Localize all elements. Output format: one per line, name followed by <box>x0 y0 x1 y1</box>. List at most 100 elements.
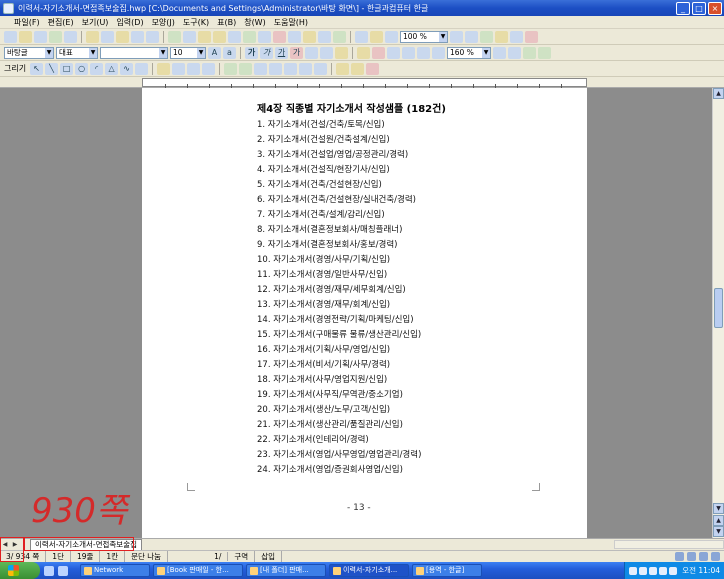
menu-format[interactable]: 모양(J) <box>152 17 175 28</box>
font-size-combo[interactable]: 10 ▼ <box>170 46 206 59</box>
scroll-up-button[interactable]: ▲ <box>713 88 724 99</box>
macro-icon[interactable] <box>351 62 365 75</box>
subscript-icon[interactable] <box>320 46 333 59</box>
arc-icon[interactable]: ◜ <box>90 62 104 75</box>
prev-page-button[interactable]: ▲ <box>713 515 724 526</box>
menu-insert[interactable]: 입력(D) <box>116 17 143 28</box>
line-spacing-combo[interactable]: 160 % ▼ <box>447 46 491 59</box>
spellcheck-icon[interactable] <box>183 30 196 43</box>
align-right-icon[interactable] <box>417 46 430 59</box>
preview-icon[interactable] <box>64 30 77 43</box>
font-shrink-icon[interactable]: a <box>223 46 236 59</box>
font-color-icon[interactable]: 가 <box>290 46 303 59</box>
open-folder-icon[interactable] <box>19 30 32 43</box>
paste-icon[interactable] <box>116 30 129 43</box>
tray-update-icon[interactable] <box>669 566 678 575</box>
horizontal-ruler[interactable] <box>0 77 724 88</box>
memo-icon[interactable] <box>355 30 368 43</box>
hyperlink-icon[interactable] <box>318 30 331 43</box>
select-arrow-icon[interactable]: ↖ <box>30 62 44 75</box>
quicklaunch-ie-icon[interactable] <box>44 565 54 576</box>
bring-front-icon[interactable] <box>254 62 268 75</box>
outdent-icon[interactable] <box>538 46 551 59</box>
keyboard-icon[interactable] <box>687 552 696 561</box>
menu-tools[interactable]: 도구(K) <box>183 17 209 28</box>
superscript-icon[interactable] <box>305 46 318 59</box>
table-icon[interactable] <box>243 30 256 43</box>
italic-icon[interactable]: 가 <box>260 46 273 59</box>
chart-icon[interactable] <box>273 30 286 43</box>
maximize-button[interactable]: □ <box>692 1 706 15</box>
ungroup-icon[interactable] <box>239 62 253 75</box>
ellipse-icon[interactable]: ○ <box>75 62 89 75</box>
settings-icon[interactable] <box>711 552 720 561</box>
save-icon[interactable] <box>34 30 47 43</box>
tray-volume-icon[interactable] <box>639 566 648 575</box>
multi-page-icon[interactable] <box>510 30 523 43</box>
page-view-icon[interactable] <box>385 30 398 43</box>
menu-help[interactable]: 도움말(H) <box>274 17 308 28</box>
taskbar-item-active[interactable]: 이력서-자기소개... <box>329 564 409 577</box>
document-page[interactable]: 제4장 직종별 자기소개서 작성샘플 (182건) 1. 자기소개서(건설/건축… <box>142 88 587 538</box>
font-grow-icon[interactable]: A <box>208 46 221 59</box>
menu-window[interactable]: 창(W) <box>244 17 266 28</box>
fit-page-icon[interactable] <box>480 30 493 43</box>
minimize-button[interactable]: _ <box>676 1 690 15</box>
zoom-combo-main[interactable]: 100 % ▼ <box>400 30 448 43</box>
shadow-icon[interactable] <box>202 62 216 75</box>
underline-icon[interactable]: 가 <box>275 46 288 59</box>
redo-icon[interactable] <box>146 30 159 43</box>
taskbar-item[interactable]: Network <box>80 564 150 577</box>
vertical-scrollbar[interactable]: ▲ ▼ ▲ ▼ <box>712 88 724 538</box>
new-document-icon[interactable] <box>4 30 17 43</box>
align-left-icon[interactable] <box>387 46 400 59</box>
two-page-icon[interactable] <box>495 30 508 43</box>
menu-table[interactable]: 표(B) <box>217 17 236 28</box>
zoom-out-icon[interactable] <box>465 30 478 43</box>
rotate-icon[interactable] <box>299 62 313 75</box>
menu-view[interactable]: 보기(U) <box>82 17 109 28</box>
scroll-thumb[interactable] <box>714 288 723 328</box>
ime-icon[interactable] <box>675 552 684 561</box>
tray-security-icon[interactable] <box>649 566 658 575</box>
taskbar-item[interactable]: [내 폴더] 판매... <box>246 564 326 577</box>
group-icon[interactable] <box>224 62 238 75</box>
fill-color-icon[interactable] <box>157 62 171 75</box>
indent-icon[interactable] <box>523 46 536 59</box>
close-button[interactable]: × <box>708 1 722 15</box>
menu-edit[interactable]: 편집(E) <box>48 17 74 28</box>
taskbar-item[interactable]: [Book 판매일 - 한... <box>153 564 243 577</box>
tray-network-icon[interactable] <box>629 566 638 575</box>
quicklaunch-desktop-icon[interactable] <box>58 565 68 576</box>
para-shape-icon[interactable] <box>213 30 226 43</box>
textbox-draw-icon[interactable] <box>135 62 149 75</box>
style-combo[interactable]: 바탕글 ▼ <box>4 46 54 59</box>
form-icon[interactable] <box>336 62 350 75</box>
align-objects-icon[interactable] <box>284 62 298 75</box>
bullet-icon[interactable] <box>508 46 521 59</box>
numbering-icon[interactable] <box>493 46 506 59</box>
char-shape-icon[interactable] <box>198 30 211 43</box>
rectangle-icon[interactable]: □ <box>60 62 74 75</box>
next-page-button[interactable]: ▼ <box>713 526 724 537</box>
line-color-icon[interactable] <box>172 62 186 75</box>
equation-icon[interactable] <box>303 30 316 43</box>
align-justify-icon[interactable] <box>372 46 385 59</box>
zoom-in-icon[interactable] <box>450 30 463 43</box>
textbox-icon[interactable] <box>288 30 301 43</box>
picture-icon[interactable] <box>258 30 271 43</box>
bold-icon[interactable]: 가 <box>245 46 258 59</box>
track-changes-icon[interactable] <box>370 30 383 43</box>
flip-icon[interactable] <box>314 62 328 75</box>
menu-file[interactable]: 파일(F) <box>14 17 40 28</box>
options-icon[interactable] <box>366 62 380 75</box>
scroll-down-button[interactable]: ▼ <box>713 503 724 514</box>
line-icon[interactable]: ╲ <box>45 62 59 75</box>
line-style-icon[interactable] <box>187 62 201 75</box>
taskbar-item[interactable]: [용역 - 한글] <box>412 564 482 577</box>
copy-icon[interactable] <box>101 30 114 43</box>
font-name-combo[interactable]: ▼ <box>100 46 168 59</box>
cut-icon[interactable] <box>86 30 99 43</box>
find-icon[interactable] <box>168 30 181 43</box>
help-icon[interactable] <box>699 552 708 561</box>
